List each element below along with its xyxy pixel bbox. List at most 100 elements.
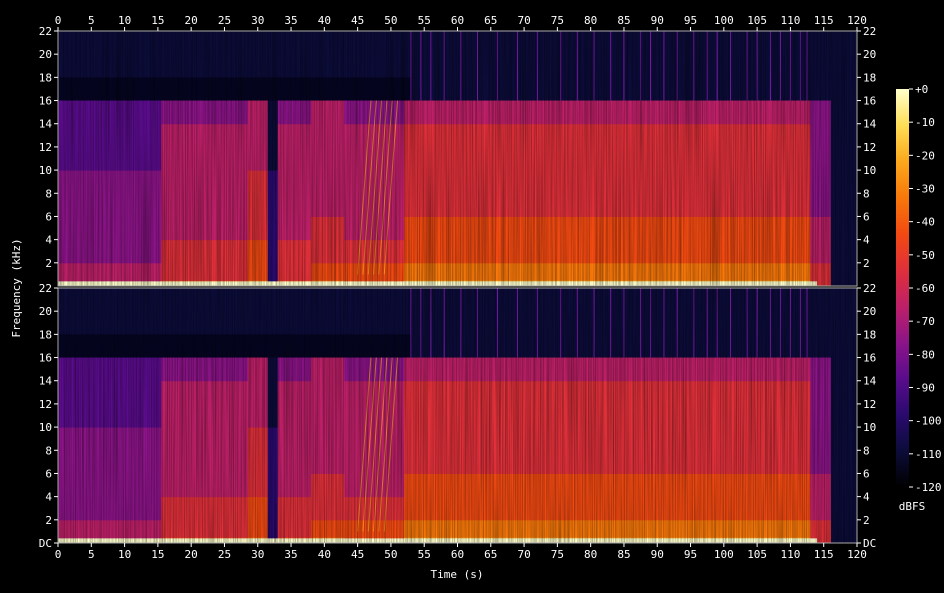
y-tick-label: 6	[863, 467, 870, 480]
x-tick-label: 100	[714, 548, 734, 561]
x-tick-label: 75	[551, 14, 564, 27]
y-tick-label: 10	[863, 421, 876, 434]
x-tick-label: 95	[684, 14, 697, 27]
colorbar-label: dBFS	[899, 500, 926, 513]
y-tick-label: 8	[863, 444, 870, 457]
x-tick-label: 65	[484, 14, 497, 27]
x-tick-label: 10	[118, 548, 131, 561]
x-tick-label: 20	[185, 14, 198, 27]
x-tick-label: 90	[651, 14, 664, 27]
y-tick-label: 8	[45, 444, 52, 457]
texture-overlay	[58, 288, 857, 543]
x-tick-label: 60	[451, 14, 464, 27]
y-tick-label: 12	[39, 141, 52, 154]
y-tick-label: 22	[39, 25, 52, 38]
colorbar-tick-label: -70	[915, 315, 935, 328]
y-tick-label: 20	[39, 48, 52, 61]
colorbar-tick-label: -80	[915, 348, 935, 361]
y-tick-label: DC	[39, 537, 52, 550]
x-tick-label: 50	[384, 14, 397, 27]
texture-overlay	[58, 31, 857, 286]
x-tick-label: 45	[351, 14, 364, 27]
x-tick-label: 45	[351, 548, 364, 561]
colorbar-ticks: +0 -10 -20 -30 -40 -50 -60 -70 -80 -90 -100 -110 -12…	[909, 83, 942, 494]
colorbar-tick-label: -110	[915, 448, 942, 461]
x-tick-label: 85	[617, 14, 630, 27]
x-tick-label: 90	[651, 548, 664, 561]
x-tick-label: 30	[251, 548, 264, 561]
y-tick-label: 14	[39, 118, 53, 131]
y-tick-label: 2	[45, 514, 52, 527]
y-tick-label: 16	[39, 352, 52, 365]
x-tick-label: 25	[218, 14, 231, 27]
x-tick-label: 105	[747, 14, 767, 27]
spectrogram-panels	[58, 31, 857, 544]
x-tick-label: 115	[814, 14, 834, 27]
colorbar-tick-label: -10	[915, 116, 935, 129]
y-tick-label: 20	[863, 305, 876, 318]
x-tick-label: 25	[218, 548, 231, 561]
x-tick-label: 105	[747, 548, 767, 561]
y-tick-label: 22	[863, 25, 876, 38]
channel-1-spectrogram	[58, 31, 857, 287]
x-tick-label: 50	[384, 548, 397, 561]
x-tick-label: 100	[714, 14, 734, 27]
y-tick-label: 14	[39, 375, 53, 388]
y-axis-label: Frequency (kHz)	[10, 238, 23, 337]
x-tick-label: 95	[684, 548, 697, 561]
x-tick-label: 55	[418, 548, 431, 561]
y-tick-label: 10	[39, 164, 52, 177]
y-tick-label: 20	[39, 305, 52, 318]
y-tick-label: 22	[39, 282, 52, 295]
colorbar-tick-label: -60	[915, 282, 935, 295]
x-tick-label: 80	[584, 14, 597, 27]
y-tick-label: 8	[863, 187, 870, 200]
channel-2-spectrogram	[58, 288, 857, 544]
y-tick-label: 18	[39, 71, 52, 84]
x-tick-label: 35	[284, 548, 297, 561]
y-tick-label: 12	[863, 398, 876, 411]
x-axis-label: Time (s)	[431, 568, 484, 581]
y-tick-label: 6	[45, 467, 52, 480]
x-tick-label: 20	[185, 548, 198, 561]
x-tick-label: 55	[418, 14, 431, 27]
x-tick-label: 40	[318, 548, 331, 561]
y-tick-label: 2	[45, 257, 52, 270]
colorbar-tick-label: -90	[915, 382, 935, 395]
x-tick-label: 5	[88, 548, 95, 561]
colorbar-tick-label: +0	[915, 83, 928, 96]
x-tick-label: 75	[551, 548, 564, 561]
x-tick-label: 40	[318, 14, 331, 27]
y-tick-label: 16	[863, 352, 876, 365]
y-tick-label: 16	[39, 95, 52, 108]
colorbar-tick-label: -40	[915, 216, 935, 229]
x-tick-label: 65	[484, 548, 497, 561]
y-tick-label: 4	[45, 234, 52, 247]
y-tick-label: 10	[863, 164, 876, 177]
y-tick-label: 8	[45, 187, 52, 200]
y-tick-label: 12	[863, 141, 876, 154]
x-ticks-bottom: 0 5 10 15 20 25 30 35 40 45 50 55 60 65 70 75 80 85 90 95 10…	[55, 543, 867, 561]
y-tick-label: 4	[863, 491, 870, 504]
x-tick-label: 70	[517, 14, 530, 27]
x-tick-label: 0	[55, 548, 62, 561]
y-tick-label: 20	[863, 48, 876, 61]
x-tick-label: 15	[151, 548, 164, 561]
x-tick-label: 115	[814, 548, 834, 561]
y-tick-label: 22	[863, 282, 876, 295]
x-tick-label: 15	[151, 14, 164, 27]
x-tick-label: 110	[780, 548, 800, 561]
spectrogram-chart: 0 5 10 15 20 25 30 35 40 45 50 55 60 65 70 75 80 85 90 95 10…	[10, 14, 942, 581]
colorbar-tick-label: -100	[915, 415, 942, 428]
y-tick-label: 14	[863, 118, 877, 131]
x-tick-label: 60	[451, 548, 464, 561]
x-tick-label: 85	[617, 548, 630, 561]
y-tick-label: 16	[863, 95, 876, 108]
y-tick-label: 14	[863, 375, 877, 388]
colorbar-tick-label: -120	[915, 481, 942, 494]
x-tick-label: 35	[284, 14, 297, 27]
y-tick-label: 6	[45, 210, 52, 223]
y-tick-label: 12	[39, 398, 52, 411]
x-tick-label: 0	[55, 14, 62, 27]
x-tick-label: 10	[118, 14, 131, 27]
